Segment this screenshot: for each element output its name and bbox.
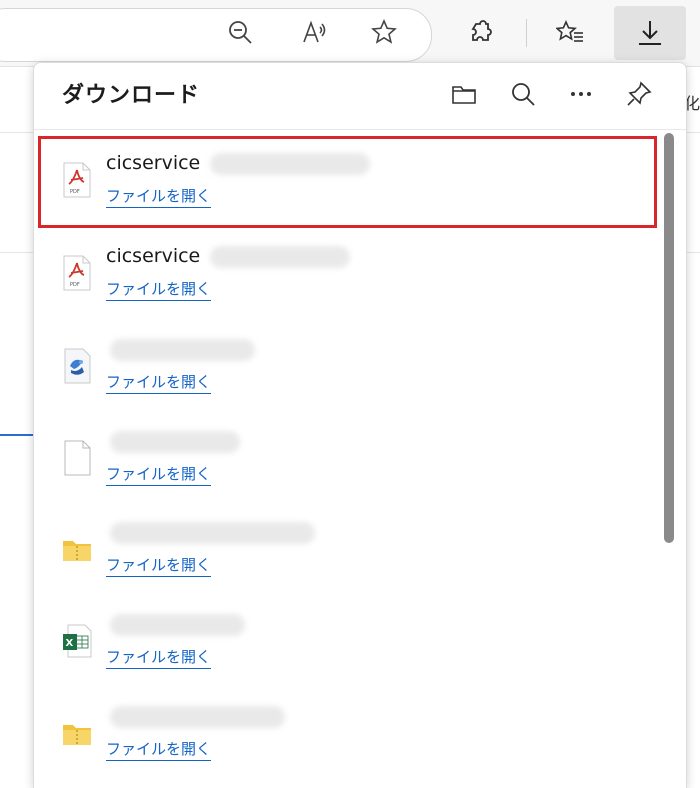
redacted-text: [210, 153, 370, 175]
generic-file-icon: [64, 440, 91, 476]
open-file-link[interactable]: ファイルを開く: [106, 465, 212, 486]
read-aloud-icon[interactable]: [296, 14, 332, 50]
open-file-link[interactable]: ファイルを開く: [106, 280, 212, 301]
redacted-file-name: [110, 614, 245, 636]
extensions-icon[interactable]: [463, 14, 499, 50]
more-icon[interactable]: [564, 77, 598, 111]
zip-folder-icon: [63, 541, 91, 561]
favorites-icon[interactable]: [552, 14, 588, 50]
download-item[interactable]: ファイルを開く: [40, 691, 655, 779]
redacted-file-name: [110, 431, 240, 453]
open-file-link[interactable]: ファイルを開く: [106, 187, 212, 208]
download-item[interactable]: X ファイルを開く: [40, 599, 655, 687]
downloads-title: ダウンロード: [62, 83, 201, 108]
svg-text:PDF: PDF: [70, 189, 80, 195]
open-file-link[interactable]: ファイルを開く: [106, 648, 212, 669]
redacted-file-name: [110, 339, 255, 361]
zip-folder-icon: [63, 725, 91, 745]
svg-text:PDF: PDF: [70, 282, 80, 288]
installer-file-icon: [64, 348, 91, 384]
file-name: cicservice: [106, 245, 201, 267]
download-item[interactable]: ファイルを開く: [40, 324, 655, 412]
browser-toolbar: [0, 0, 700, 67]
downloads-button[interactable]: [614, 6, 686, 60]
scrollbar-thumb[interactable]: [664, 133, 674, 543]
downloads-header: ダウンロード: [34, 63, 686, 130]
svg-text:X: X: [66, 638, 74, 649]
zoom-out-icon[interactable]: [222, 14, 258, 50]
download-item[interactable]: ファイルを開く: [40, 416, 655, 504]
folder-icon[interactable]: [447, 77, 481, 111]
favorite-star-icon[interactable]: [366, 14, 402, 50]
redacted-file-name: [110, 522, 315, 544]
page-accent-line: [0, 434, 34, 436]
open-file-link[interactable]: ファイルを開く: [106, 556, 212, 577]
download-item[interactable]: PDF cicservice ファイルを開く: [38, 136, 657, 228]
file-name: cicservice: [106, 152, 201, 174]
pdf-file-icon: PDF: [63, 255, 91, 291]
download-item[interactable]: ファイルを開く: [40, 507, 655, 595]
downloads-icon: [639, 21, 661, 45]
redacted-text: [210, 246, 350, 268]
excel-file-icon: X: [63, 624, 92, 658]
downloads-panel: ダウンロード PDF cicservice ファイルを開く PDF cicser…: [33, 62, 687, 788]
redacted-file-name: [110, 706, 285, 728]
open-file-link[interactable]: ファイルを開く: [106, 740, 212, 761]
open-file-link[interactable]: ファイルを開く: [106, 373, 212, 394]
toolbar-separator: [526, 19, 527, 47]
download-item[interactable]: PDF cicservice ファイルを開く: [40, 231, 655, 319]
search-icon[interactable]: [506, 77, 540, 111]
pin-icon[interactable]: [622, 77, 656, 111]
pdf-file-icon: PDF: [63, 162, 91, 198]
